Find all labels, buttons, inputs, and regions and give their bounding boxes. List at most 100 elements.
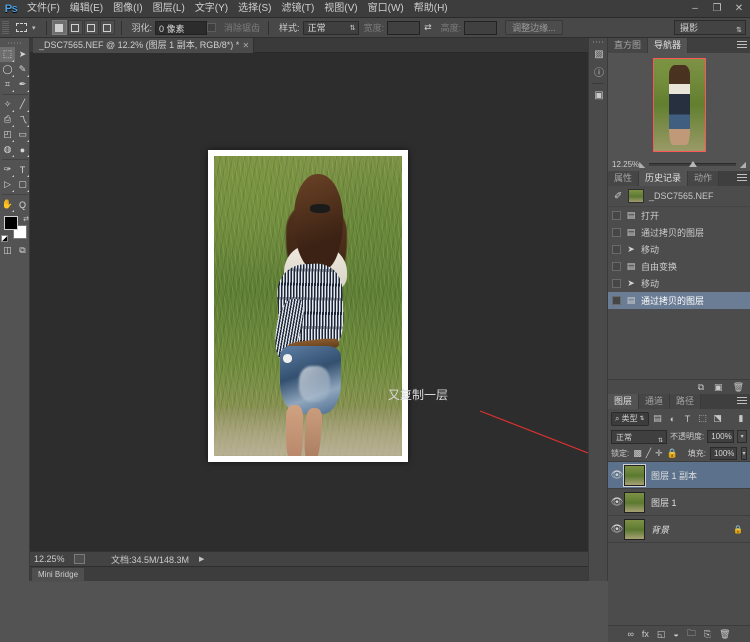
menu-layer[interactable]: 图层(L) (148, 0, 190, 18)
panel-menu-icon[interactable] (737, 174, 747, 183)
layer-row-copy[interactable]: 👁 图层 1 副本 (608, 462, 750, 489)
navigator-thumbnail[interactable] (653, 58, 706, 152)
default-colors-icon[interactable] (1, 235, 8, 242)
slider-knob[interactable] (689, 161, 697, 167)
layer-row-1[interactable]: 👁 图层 1 (608, 489, 750, 516)
history-list[interactable]: ✐ _DSC7565.NEF ▤ 打开 ▤ 通过拷贝的图层 ➤ 移动 (608, 186, 750, 379)
panel-menu-icon[interactable] (737, 397, 747, 406)
antialias-checkbox[interactable] (207, 23, 216, 32)
filter-power-icon[interactable]: ▮ (735, 412, 747, 425)
selection-intersect-button[interactable] (100, 20, 115, 35)
layer-style-icon[interactable]: fx (642, 629, 649, 639)
rectangle-tool[interactable]: ▢ (15, 177, 30, 192)
width-input[interactable] (387, 21, 420, 35)
layer-thumbnail[interactable] (624, 492, 645, 513)
filter-shape-icon[interactable]: ⬚ (697, 412, 709, 425)
status-menu-icon[interactable]: ▶ (199, 555, 204, 563)
layer-mask-icon[interactable]: ◱ (657, 629, 666, 640)
history-brush-source-icon[interactable]: ✐ (614, 191, 625, 202)
opacity-input[interactable]: 100% (707, 430, 734, 443)
rectangular-marquee-tool[interactable]: ⬚ (0, 47, 15, 62)
delete-state-icon[interactable]: 🗑 (733, 382, 744, 393)
filter-smart-object-icon[interactable]: ⬔ (712, 412, 724, 425)
history-item[interactable]: ▤ 打开 (608, 207, 750, 224)
style-select[interactable]: 正常 ⇅ (303, 21, 359, 35)
minimize-button[interactable]: – (684, 0, 706, 18)
zoom-level[interactable]: 12.25% (30, 554, 74, 564)
menu-file[interactable]: 文件(F) (22, 0, 65, 18)
filter-pixel-icon[interactable]: ▤ (652, 412, 664, 425)
blur-tool[interactable]: ◍ (0, 142, 15, 157)
menu-edit[interactable]: 编辑(E) (65, 0, 108, 18)
lock-position-icon[interactable]: ✛ (655, 447, 663, 459)
tab-properties[interactable]: 属性 (608, 171, 639, 186)
spot-healing-brush-tool[interactable]: ✧ (0, 97, 15, 112)
new-layer-icon[interactable]: ⎘ (704, 629, 711, 640)
layer-filter-kind-select[interactable]: ⌕ 类型 ⇅ (611, 412, 649, 426)
menu-window[interactable]: 窗口(W) (363, 0, 409, 18)
close-button[interactable]: ✕ (728, 0, 750, 18)
menu-help[interactable]: 帮助(H) (409, 0, 453, 18)
gradient-tool[interactable]: ▭ (15, 127, 30, 142)
history-item[interactable]: ▤ 通过拷贝的图层 (608, 224, 750, 241)
fill-stepper[interactable]: ▾ (741, 447, 747, 460)
layer-name[interactable]: 图层 1 副本 (651, 469, 697, 482)
history-item-selected[interactable]: ▤ 通过拷贝的图层 (608, 292, 750, 309)
navigator-zoom-slider[interactable] (649, 163, 736, 166)
lock-all-icon[interactable]: 🔒 (667, 447, 678, 459)
foreground-color-swatch[interactable] (4, 216, 18, 230)
history-item[interactable]: ▤ 自由变换 (608, 258, 750, 275)
history-brush-checkbox[interactable] (612, 211, 621, 220)
history-brush-checkbox[interactable] (612, 296, 621, 305)
selection-subtract-button[interactable] (84, 20, 99, 35)
link-layers-icon[interactable]: ∞ (627, 629, 633, 639)
create-snapshot-icon[interactable]: ▣ (714, 382, 723, 393)
tool-preset-chevron-icon[interactable]: ▾ (32, 24, 36, 32)
tab-layers[interactable]: 图层 (608, 394, 639, 409)
options-bar-grip[interactable] (2, 21, 9, 35)
tab-actions[interactable]: 动作 (688, 171, 719, 186)
adjustments-icon[interactable]: ▨ (589, 46, 609, 63)
layers-empty-area[interactable] (608, 543, 750, 625)
history-source-row[interactable]: ✐ _DSC7565.NEF (608, 186, 750, 207)
tab-navigator[interactable]: 导航器 (648, 38, 688, 53)
navigator-zoom-value[interactable]: 12.25% (612, 160, 639, 169)
history-brush-tool[interactable]: 乁 (15, 112, 30, 127)
restore-button[interactable]: ❐ (706, 0, 728, 18)
zoom-tool[interactable]: Q (15, 197, 30, 212)
crop-tool[interactable]: ⌗ (0, 77, 15, 92)
selection-add-button[interactable] (68, 20, 83, 35)
image-canvas[interactable] (208, 150, 408, 462)
panel-menu-icon[interactable] (737, 41, 747, 50)
hand-tool[interactable]: ✋ (0, 197, 15, 212)
create-document-from-state-icon[interactable]: ⧉ (698, 382, 704, 393)
move-tool[interactable]: ➤ (15, 47, 30, 62)
history-brush-checkbox[interactable] (612, 228, 621, 237)
info-icon[interactable]: ⓘ (589, 63, 609, 80)
history-brush-checkbox[interactable] (612, 279, 621, 288)
menu-type[interactable]: 文字(Y) (190, 0, 233, 18)
menu-image[interactable]: 图像(I) (108, 0, 147, 18)
filter-type-icon[interactable]: T (682, 412, 694, 425)
lock-image-pixels-icon[interactable]: ╱ (646, 447, 651, 459)
tools-panel-grip[interactable] (0, 38, 29, 47)
feather-input[interactable]: 0 像素 (155, 21, 207, 35)
layer-thumbnail[interactable] (624, 465, 645, 486)
layer-visibility-icon[interactable]: 👁 (610, 497, 624, 508)
layer-name[interactable]: 图层 1 (651, 496, 677, 509)
history-brush-checkbox[interactable] (612, 245, 621, 254)
current-tool-icon[interactable] (11, 20, 31, 36)
menu-filter[interactable]: 滤镜(T) (277, 0, 320, 18)
tab-channels[interactable]: 通道 (639, 394, 670, 409)
swap-dimensions-icon[interactable]: ⇄ (424, 22, 432, 33)
filter-adjustment-icon[interactable]: ◐ (667, 412, 679, 425)
path-selection-tool[interactable]: ▷ (0, 177, 15, 192)
menu-view[interactable]: 视图(V) (319, 0, 362, 18)
clone-stamp-tool[interactable]: ⎙ (0, 112, 15, 127)
zoom-in-icon[interactable]: ◢ (740, 160, 746, 169)
quick-selection-tool[interactable]: ✎ (15, 62, 30, 77)
swap-colors-icon[interactable]: ⇄ (23, 215, 29, 223)
adjustment-layer-icon[interactable]: ◒ (673, 629, 678, 639)
workspace-switcher[interactable]: 摄影 ⇅ (674, 20, 746, 35)
close-icon[interactable]: ✕ (243, 38, 250, 53)
